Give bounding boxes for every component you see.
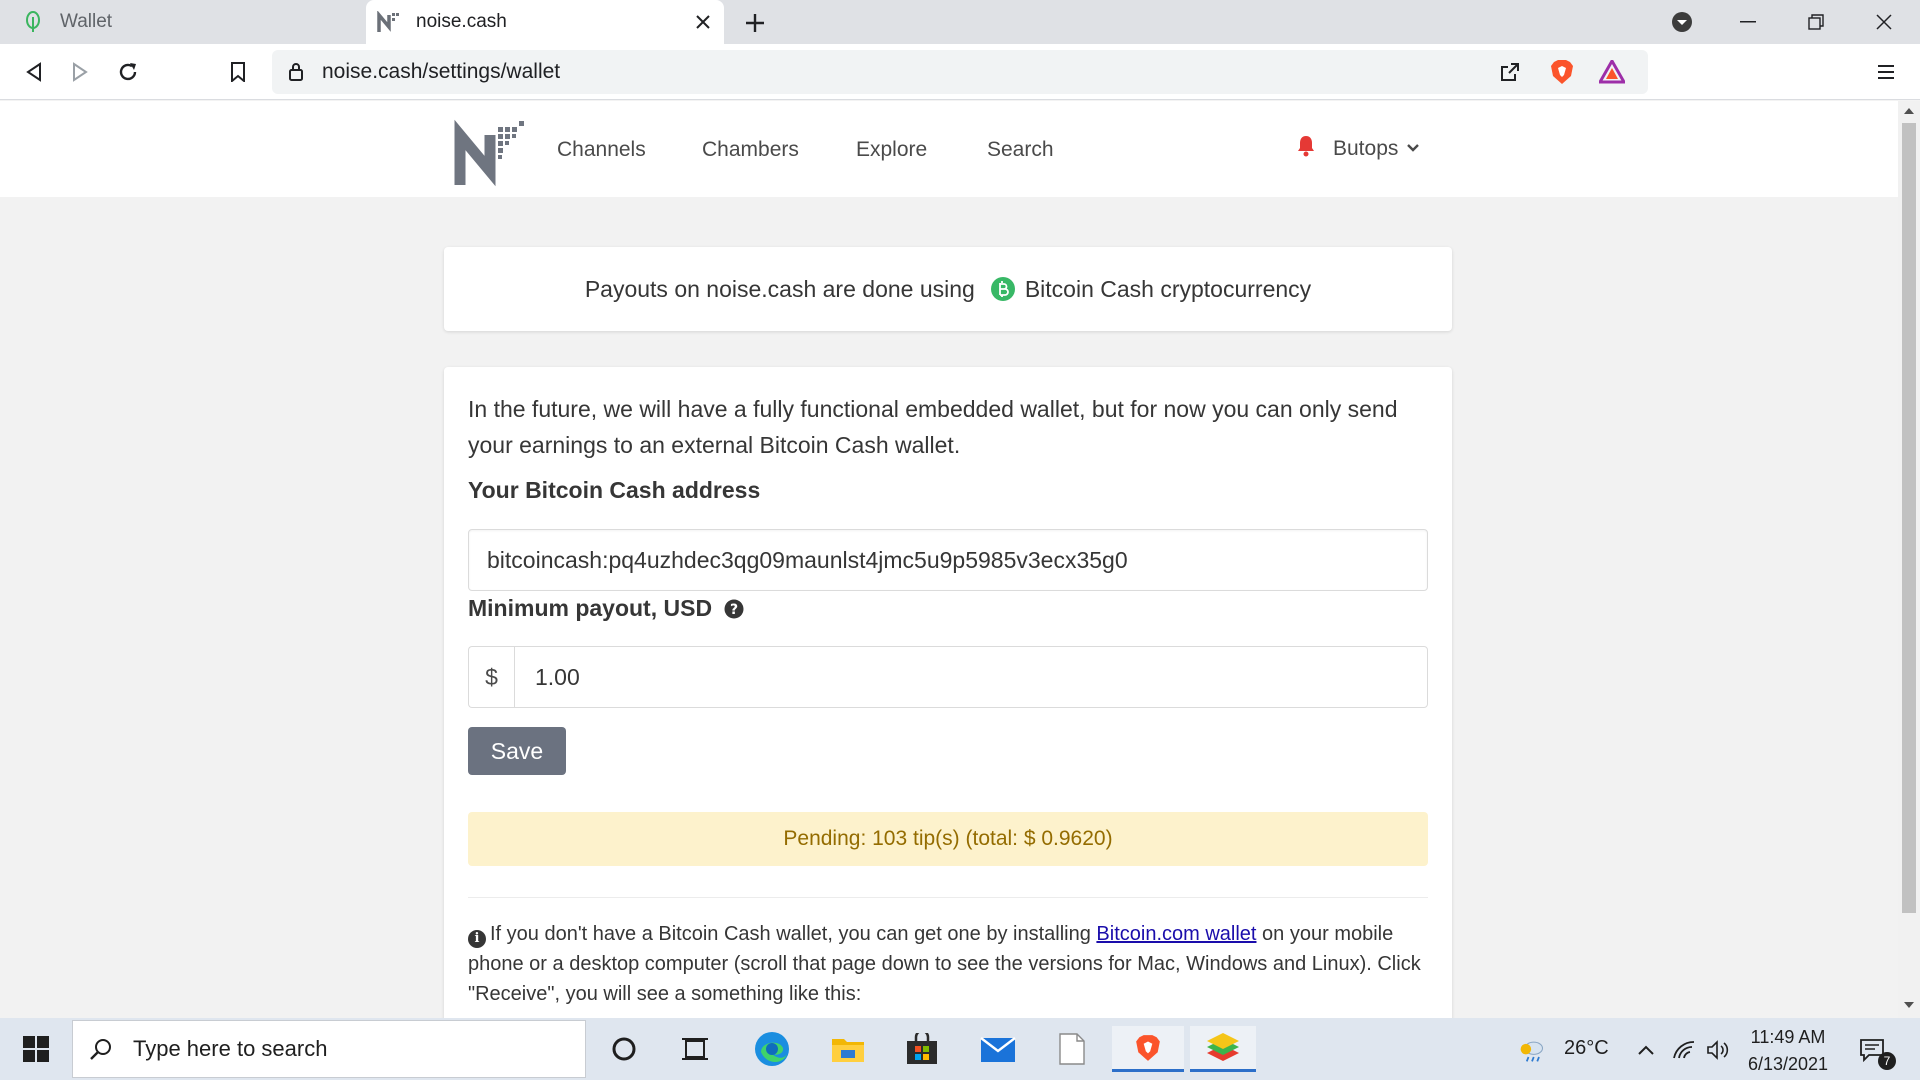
wallet-settings-card: In the future, we will have a fully func…	[444, 367, 1452, 1018]
weather-temperature[interactable]: 26°C	[1564, 1037, 1609, 1060]
address-label: Your Bitcoin Cash address	[468, 477, 760, 504]
chevron-down-icon	[1406, 140, 1420, 158]
nav-search[interactable]: Search	[987, 138, 1054, 162]
divider	[468, 897, 1428, 898]
nav-explore[interactable]: Explore	[856, 138, 927, 162]
browser-toolbar: noise.cash/settings/wallet	[0, 44, 1920, 100]
cortana-icon[interactable]	[594, 1026, 654, 1072]
weather-rain-icon[interactable]	[1518, 1036, 1546, 1064]
clock-time[interactable]: 11:49 AM	[1748, 1027, 1828, 1048]
minimum-payout-input[interactable]	[514, 646, 1428, 708]
reload-button[interactable]	[112, 56, 144, 88]
help-question-icon[interactable]: ?	[724, 599, 744, 619]
brave-browser-taskbar-icon[interactable]	[1112, 1026, 1184, 1072]
noise-cash-favicon	[376, 9, 402, 35]
notification-count-badge: 7	[1878, 1052, 1896, 1070]
brave-shields-icon[interactable]	[1548, 58, 1576, 86]
volume-icon[interactable]	[1704, 1036, 1732, 1064]
tab-label: Wallet	[60, 11, 113, 32]
lock-icon	[288, 61, 304, 86]
payout-notice-card: Payouts on noise.cash are done using Bit…	[444, 247, 1452, 331]
currency-addon: $	[468, 646, 514, 708]
notice-text: Payouts on noise.cash are done using	[584, 275, 975, 302]
payout-label: Minimum payout, USD ?	[468, 595, 744, 622]
chevron-up-icon[interactable]	[1632, 1036, 1660, 1064]
tab-search-dropdown-icon[interactable]	[1652, 0, 1712, 44]
restore-window-icon[interactable]	[1786, 0, 1846, 44]
payout-label-text: Minimum payout, USD	[468, 595, 713, 621]
taskbar-search-box[interactable]: Type here to search	[72, 1020, 586, 1078]
bitcoin-cash-icon	[990, 277, 1015, 301]
task-view-icon[interactable]	[665, 1026, 725, 1072]
notification-bell-icon[interactable]	[1297, 135, 1315, 162]
back-button[interactable]	[18, 56, 50, 88]
bookmark-icon[interactable]	[222, 56, 254, 88]
currency-name: Bitcoin Cash cryptocurrency	[1024, 275, 1312, 302]
tab-noise-cash[interactable]: noise.cash	[366, 0, 724, 44]
share-icon[interactable]	[1496, 58, 1524, 86]
bluestacks-icon[interactable]	[1190, 1026, 1256, 1072]
wallet-intro-text: In the future, we will have a fully func…	[468, 396, 1398, 458]
tab-wallet[interactable]: Wallet	[0, 0, 364, 44]
windows-logo-icon	[23, 1036, 49, 1062]
windows-taskbar: Type here to search 26°C 11:49 AM 6/13/2…	[0, 1018, 1920, 1080]
browser-tab-strip: Wallet noise.cash	[0, 0, 1920, 44]
close-window-icon[interactable]	[1854, 0, 1914, 44]
start-button[interactable]	[14, 1032, 58, 1066]
bitcoin-com-wallet-link[interactable]: Bitcoin.com wallet	[1096, 923, 1256, 945]
wifi-icon[interactable]	[1670, 1036, 1698, 1064]
tab-label: noise.cash	[416, 11, 507, 32]
wallet-leaf-icon	[20, 9, 46, 35]
microsoft-store-icon[interactable]	[892, 1026, 952, 1072]
noise-cash-logo[interactable]	[452, 113, 532, 189]
pending-tips-notice: Pending: 103 tip(s) (total: $ 0.9620)	[468, 812, 1428, 866]
forward-button[interactable]	[64, 56, 96, 88]
page-viewport: Channels Chambers Explore Search Butops …	[0, 101, 1898, 1018]
brave-rewards-icon[interactable]	[1598, 58, 1626, 86]
file-explorer-icon[interactable]	[818, 1026, 878, 1072]
new-tab-button[interactable]	[740, 8, 770, 38]
nav-channels[interactable]: Channels	[557, 138, 646, 162]
bitcoin-cash-address-input[interactable]	[468, 529, 1428, 591]
search-icon	[89, 1037, 113, 1061]
user-menu[interactable]: Butops	[1297, 135, 1420, 162]
mail-icon[interactable]	[968, 1026, 1028, 1072]
clock-date[interactable]: 6/13/2021	[1742, 1054, 1834, 1075]
help-text-before: If you don't have a Bitcoin Cash wallet,…	[490, 923, 1091, 945]
nav-chambers[interactable]: Chambers	[702, 138, 799, 162]
svg-text:?: ?	[730, 602, 738, 618]
address-label-text: Your Bitcoin Cash address	[468, 477, 761, 503]
close-tab-icon[interactable]	[690, 9, 716, 35]
blank-document-icon[interactable]	[1042, 1026, 1102, 1072]
page-scrollbar[interactable]	[1898, 101, 1920, 1018]
wallet-help-text: i If you don't have a Bitcoin Cash wallet…	[468, 919, 1428, 1009]
scroll-thumb[interactable]	[1902, 123, 1916, 913]
url-text: noise.cash/settings/wallet	[322, 60, 561, 83]
browser-menu-icon[interactable]	[1870, 56, 1902, 88]
edge-browser-icon[interactable]	[742, 1026, 802, 1072]
scroll-down-icon[interactable]	[1903, 999, 1915, 1011]
minimize-window-icon[interactable]	[1718, 0, 1778, 44]
username-label: Butops	[1333, 136, 1399, 160]
search-placeholder: Type here to search	[133, 1036, 328, 1061]
save-button[interactable]: Save	[468, 727, 566, 775]
site-header: Channels Chambers Explore Search Butops	[0, 101, 1898, 197]
minimum-payout-group: $	[468, 646, 1428, 708]
info-icon: i	[468, 930, 486, 948]
address-bar[interactable]: noise.cash/settings/wallet	[272, 50, 1648, 94]
scroll-up-icon[interactable]	[1903, 105, 1915, 117]
